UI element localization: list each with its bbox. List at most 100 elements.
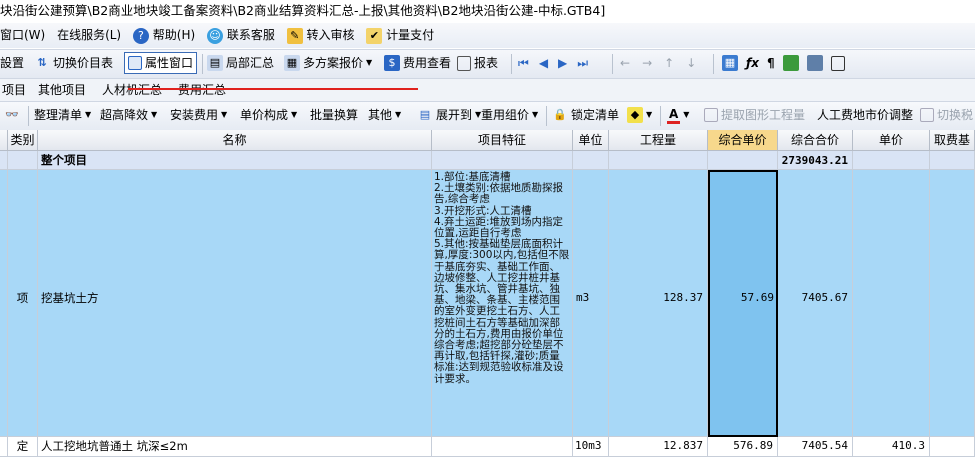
height-reduction-button[interactable]: 超高降效 ▼ — [100, 104, 157, 126]
cube-icon[interactable] — [782, 55, 799, 71]
settings-button[interactable]: 設置 — [0, 52, 24, 74]
paint-bucket-icon: ◆ — [627, 107, 643, 123]
header-total[interactable]: 综合合价 — [778, 130, 853, 151]
cell-fee-base[interactable] — [930, 437, 975, 457]
calculator-icon[interactable]: ▦ — [722, 55, 738, 71]
install-fee-button[interactable]: 安装费用 ▼ — [170, 104, 227, 126]
menu-help[interactable]: ? 帮助(H) — [132, 23, 196, 48]
menu-online[interactable]: 在线服务(L) — [57, 23, 121, 48]
cell-type[interactable] — [8, 151, 38, 170]
header-feature[interactable]: 项目特征 — [432, 130, 573, 151]
switch-price-button[interactable]: ⇅ 切换价目表 — [34, 52, 113, 74]
menu-pay-label: 计量支付 — [386, 28, 435, 42]
annotation-underline — [128, 88, 418, 90]
header-fee-base[interactable]: 取费基 — [930, 130, 975, 151]
arrow-right-icon[interactable]: → — [642, 52, 652, 74]
menu-help-label: 帮助(H) — [152, 28, 196, 42]
cell-total[interactable]: 7405.67 — [778, 170, 853, 437]
last-icon[interactable]: ⏭ — [577, 52, 588, 74]
help-icon: ? — [132, 28, 149, 44]
batch-convert-button[interactable]: 批量换算 — [310, 104, 358, 126]
cell-price[interactable] — [853, 151, 930, 170]
binoculars-icon[interactable]: 👓 — [4, 104, 20, 126]
unit-compose-button[interactable]: 单价构成 ▼ — [240, 104, 297, 126]
window-title: 块沿街公建预算\B2商业地块竣工备案资料\B2商业结算资料汇总-上报\其他资料\… — [0, 0, 975, 22]
other-button[interactable]: 其他 ▼ — [368, 104, 401, 126]
prev-icon[interactable]: ◀ — [539, 52, 548, 74]
cell-unit-price[interactable]: 57.69 — [708, 170, 778, 437]
labor-adjust-button[interactable]: 人工费地市价调整 — [817, 104, 913, 126]
arrow-down-icon[interactable]: ↓ — [686, 52, 696, 74]
expand-button[interactable]: ▤ 展开到 ▼ — [417, 104, 481, 126]
cell-unit-price[interactable]: 576.89 — [708, 437, 778, 457]
switch-tax-button[interactable]: 切换税 — [920, 104, 973, 126]
list-icon[interactable] — [830, 55, 845, 71]
menu-service[interactable]: ☺ 联系客服 — [207, 23, 275, 48]
separator — [660, 106, 661, 126]
fee-view-button[interactable]: $ 费用查看 — [384, 52, 451, 74]
function-icon[interactable]: ƒx — [746, 52, 759, 74]
cell-feature[interactable] — [432, 151, 573, 170]
header-name[interactable]: 名称 — [38, 130, 432, 151]
paragraph-icon[interactable]: ¶ — [767, 52, 775, 74]
fill-color-button[interactable]: ◆ ▼ — [627, 104, 652, 126]
header-price[interactable]: 单价 — [853, 130, 930, 151]
multi-quote-button[interactable]: ▦ 多方案报价 ▼ — [284, 52, 372, 74]
reuse-button[interactable]: 重用组价 ▼ — [481, 104, 538, 126]
separator — [713, 54, 714, 74]
cell-feature[interactable] — [432, 437, 573, 457]
header-unit[interactable]: 单位 — [573, 130, 609, 151]
cell-feature[interactable]: 1.部位:基底清槽 2.土壤类别:依据地质勘探报告,综合考虑 3.开挖形式:人工… — [432, 170, 573, 437]
header-row-number — [0, 130, 8, 151]
menu-window[interactable]: 窗口(W) — [0, 23, 45, 48]
extract-button[interactable]: 提取图形工程量 — [704, 104, 805, 126]
separator — [202, 54, 203, 74]
cell-quantity[interactable] — [609, 151, 708, 170]
arrow-up-icon[interactable]: ↑ — [664, 52, 674, 74]
property-window-button[interactable]: 属性窗口 — [124, 52, 198, 74]
cell-quantity[interactable]: 128.37 — [609, 170, 708, 437]
tab-labor-material[interactable]: 人材机汇总 — [100, 79, 164, 101]
report-button[interactable]: 报表 — [457, 52, 498, 74]
cell-type[interactable]: 项 — [8, 170, 38, 437]
first-icon[interactable]: ⏮ — [518, 52, 529, 74]
font-color-button[interactable]: A ▼ — [667, 104, 689, 126]
separator — [612, 54, 613, 74]
cell-name[interactable]: 整个项目 — [38, 151, 432, 170]
cell-name[interactable]: 人工挖地坑普通土 坑深≤2m — [38, 437, 432, 457]
print-icon[interactable] — [806, 55, 823, 71]
cell-unit[interactable] — [573, 151, 609, 170]
cell-unit-price[interactable] — [708, 151, 778, 170]
cell-name[interactable]: 挖基坑土方 — [38, 170, 432, 437]
report-label: 报表 — [474, 56, 499, 70]
partial-summary-button[interactable]: ▤ 局部汇总 — [207, 52, 274, 74]
cell-fee-base[interactable] — [930, 151, 975, 170]
main-toolbar: 設置 ⇅ 切换价目表 属性窗口 ▤ 局部汇总 ▦ 多方案报价 ▼ $ 费用查看 报表 ⏮ … — [0, 49, 975, 78]
menu-review[interactable]: ✎ 转入审核 — [286, 23, 355, 48]
header-unit-price[interactable]: 综合单价 — [708, 130, 778, 151]
cell-unit[interactable]: m3 — [573, 170, 609, 437]
unit-compose-label: 单价构成 — [240, 108, 289, 122]
tab-fee-summary[interactable]: 费用汇总 — [176, 79, 228, 101]
cell-quantity[interactable]: 12.837 — [609, 437, 708, 457]
organize-button[interactable]: 整理清单 ▼ — [34, 104, 91, 126]
header-type[interactable]: 类别 — [8, 130, 38, 151]
chevron-down-icon: ▼ — [683, 110, 690, 119]
header-quantity[interactable]: 工程量 — [609, 130, 708, 151]
cell-total[interactable]: 7405.54 — [778, 437, 853, 457]
cell-type[interactable]: 定 — [8, 437, 38, 457]
review-icon: ✎ — [286, 28, 303, 44]
arrow-left-icon[interactable]: ← — [620, 52, 630, 74]
menu-pay[interactable]: ✔ 计量支付 — [366, 23, 434, 48]
cell-price[interactable]: 410.3 — [853, 437, 930, 457]
cell-price[interactable] — [853, 170, 930, 437]
tab-other-project[interactable]: 其他项目 — [36, 79, 88, 101]
chevron-down-icon: ▼ — [151, 110, 158, 119]
next-icon[interactable]: ▶ — [558, 52, 567, 74]
lock-button[interactable]: 🔒 锁定清单 — [552, 104, 619, 126]
fee-view-label: 费用查看 — [403, 56, 452, 70]
cell-fee-base[interactable] — [930, 170, 975, 437]
cell-total[interactable]: 2739043.21 — [778, 151, 853, 170]
tab-project[interactable]: 项目 — [0, 79, 28, 101]
cell-unit[interactable]: 10m3 — [573, 437, 609, 457]
